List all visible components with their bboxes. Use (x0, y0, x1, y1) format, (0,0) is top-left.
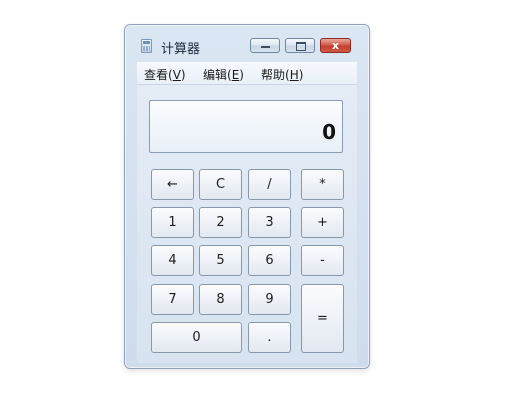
menu-view[interactable]: 查看(V) (144, 66, 186, 83)
result-display: 0 (149, 100, 343, 153)
minimize-button[interactable] (250, 38, 280, 53)
digit-3-button[interactable]: 3 (248, 207, 291, 238)
clear-button[interactable]: C (199, 169, 242, 200)
digit-7-button[interactable]: 7 (151, 284, 194, 315)
menu-help[interactable]: 帮助(H) (261, 66, 303, 83)
digit-8-button[interactable]: 8 (199, 284, 242, 315)
decimal-button[interactable]: . (248, 322, 291, 353)
maximize-icon (296, 42, 306, 51)
calculator-window: 计算器 x 查看(V) 编辑(E) 帮助(H) 0 ← C / * 1 2 3 … (124, 24, 370, 369)
add-button[interactable]: + (301, 207, 344, 238)
menu-edit[interactable]: 编辑(E) (203, 66, 244, 83)
subtract-button[interactable]: - (301, 245, 344, 276)
digit-0-button[interactable]: 0 (151, 322, 242, 353)
equals-button[interactable]: = (301, 284, 344, 353)
menu-bar: 查看(V) 编辑(E) 帮助(H) (137, 62, 357, 85)
digit-5-button[interactable]: 5 (199, 245, 242, 276)
digit-6-button[interactable]: 6 (248, 245, 291, 276)
digit-2-button[interactable]: 2 (199, 207, 242, 238)
display-value: 0 (322, 120, 336, 144)
close-button[interactable]: x (320, 38, 351, 53)
digit-4-button[interactable]: 4 (151, 245, 194, 276)
divide-button[interactable]: / (248, 169, 291, 200)
calculator-icon (141, 39, 152, 53)
digit-1-button[interactable]: 1 (151, 207, 194, 238)
backspace-button[interactable]: ← (151, 169, 194, 200)
window-title: 计算器 (161, 42, 201, 57)
multiply-button[interactable]: * (301, 169, 344, 200)
close-icon: x (331, 39, 340, 52)
minimize-icon (261, 46, 270, 48)
title-bar[interactable]: 计算器 x (125, 25, 369, 61)
maximize-button[interactable] (285, 38, 315, 53)
digit-9-button[interactable]: 9 (248, 284, 291, 315)
